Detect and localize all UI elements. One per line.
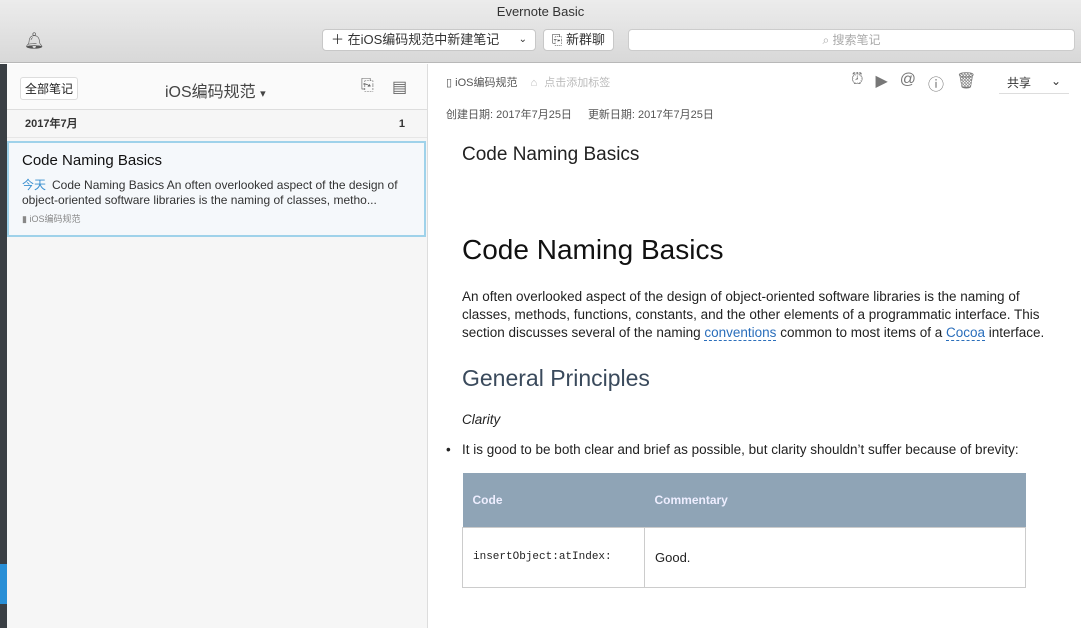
trash-icon[interactable]: 🗑︎: [956, 71, 976, 95]
tag-icon: ⌂: [530, 77, 538, 89]
naming-table: Code Commentary insertObject:atIndex: Good…: [462, 473, 1026, 588]
note-card-snippet: 今天 Code Naming Basics An often overlooked…: [22, 178, 411, 208]
intro-paragraph: An often overlooked aspect of the design…: [462, 288, 1052, 342]
note-list-header: 全部笔记 iOS编码规范 ▾ ⎘ ▤: [7, 64, 427, 110]
note-card[interactable]: Code Naming Basics 今天 Code Naming Basics …: [7, 141, 426, 237]
search-input[interactable]: ⌕ 搜索笔记: [628, 29, 1075, 51]
presentation-icon[interactable]: ▶︎: [875, 71, 887, 95]
search-placeholder: 搜索笔记: [832, 33, 881, 47]
chevron-down-icon[interactable]: ⌄: [519, 30, 527, 50]
at-icon[interactable]: @: [900, 71, 916, 95]
bell-icon[interactable]: 🔔︎: [24, 31, 44, 51]
list-item: It is good to be both clear and brief as…: [446, 441, 1052, 459]
created-date: 创建日期: 2017年7月25日: [446, 109, 572, 121]
date-group: 2017年7月 1: [7, 110, 427, 138]
column-header: Code: [462, 473, 645, 527]
group-label: 2017年7月: [25, 118, 78, 130]
clarity-label: Clarity: [462, 412, 501, 427]
sidebar-accent: [0, 564, 7, 604]
share-notebook-icon[interactable]: ⎘: [361, 77, 374, 95]
group-count: 1: [398, 118, 405, 130]
tag-input[interactable]: 点击添加标签: [544, 77, 610, 89]
note-body[interactable]: Code Naming Basics An often overlooked a…: [446, 234, 1052, 588]
chat-icon: ⎘: [552, 32, 563, 47]
para-text: common to most items of a: [776, 325, 946, 340]
note-title-input[interactable]: Code Naming Basics: [462, 144, 639, 166]
window-title: Evernote Basic: [496, 4, 585, 19]
chevron-down-icon: ▾: [260, 88, 266, 100]
note-notebook[interactable]: iOS编码规范: [455, 77, 517, 89]
note-date: 今天: [22, 178, 47, 192]
new-chat-label: 新群聊: [566, 32, 606, 47]
info-icon[interactable]: ⓘ: [928, 71, 944, 95]
note-editor: ▯ iOS编码规范 ⌂ 点击添加标签 ⏰︎ ▶︎ @ ⓘ 🗑︎ 共享 ⌄ 创建日期…: [429, 64, 1081, 628]
notebook-selector[interactable]: iOS编码规范 ▾: [165, 78, 266, 102]
search-icon: ⌕: [822, 33, 830, 47]
subheading: General Principles: [462, 365, 650, 391]
column-header: Commentary: [644, 473, 1026, 527]
share-button[interactable]: 共享 ⌄: [999, 72, 1069, 94]
table-header: Code Commentary: [462, 473, 1026, 527]
new-chat-button[interactable]: ⎘ 新群聊: [543, 29, 615, 51]
note-card-notebook: ▮ iOS编码规范: [22, 212, 411, 225]
updated-date: 更新日期: 2017年7月25日: [587, 109, 714, 121]
conventions-link[interactable]: conventions: [704, 325, 777, 341]
note-dates: 创建日期: 2017年7月25日 更新日期: 2017年7月25日: [446, 106, 714, 122]
note-card-title: Code Naming Basics: [22, 152, 163, 169]
chevron-down-icon: ⌄: [1050, 74, 1061, 88]
new-note-label: 在iOS编码规范中新建笔记: [347, 32, 500, 47]
snippet-text: Code Naming Basics An often overlooked a…: [22, 178, 398, 207]
notebook-name: iOS编码规范: [165, 84, 256, 101]
notebook-icon: ▮: [22, 214, 27, 224]
table-row: insertObject:atIndex: Good.: [462, 526, 1026, 588]
reminder-icon[interactable]: ⏰︎: [851, 71, 863, 95]
notebook-icon: ▯: [446, 77, 453, 89]
notebook-label: iOS编码规范: [29, 214, 81, 224]
new-note-button[interactable]: ＋ 在iOS编码规范中新建笔记 ⌄: [322, 29, 536, 51]
table-cell: insertObject:atIndex:: [462, 526, 645, 588]
sidebar-strip: [0, 64, 7, 628]
title-bar: Evernote Basic 🔔︎ ＋ 在iOS编码规范中新建笔记 ⌄ ⎘ 新群…: [0, 0, 1081, 63]
all-notes-button[interactable]: 全部笔记: [20, 77, 79, 100]
bullet-list: It is good to be both clear and brief as…: [446, 441, 1052, 459]
note-list: 全部笔记 iOS编码规范 ▾ ⎘ ▤ 2017年7月 1 Code Naming …: [7, 64, 428, 628]
note-meta: ▯ iOS编码规范 ⌂ 点击添加标签: [446, 74, 610, 90]
share-label: 共享: [1007, 76, 1032, 90]
view-toggle-icon[interactable]: ▤: [392, 77, 407, 97]
heading: Code Naming Basics: [462, 234, 724, 265]
note-actions: ⏰︎ ▶︎ @ ⓘ 🗑︎: [851, 71, 976, 95]
para-text: interface.: [985, 325, 1045, 340]
table-cell: Good.: [644, 526, 1026, 588]
cocoa-link[interactable]: Cocoa: [946, 325, 986, 341]
